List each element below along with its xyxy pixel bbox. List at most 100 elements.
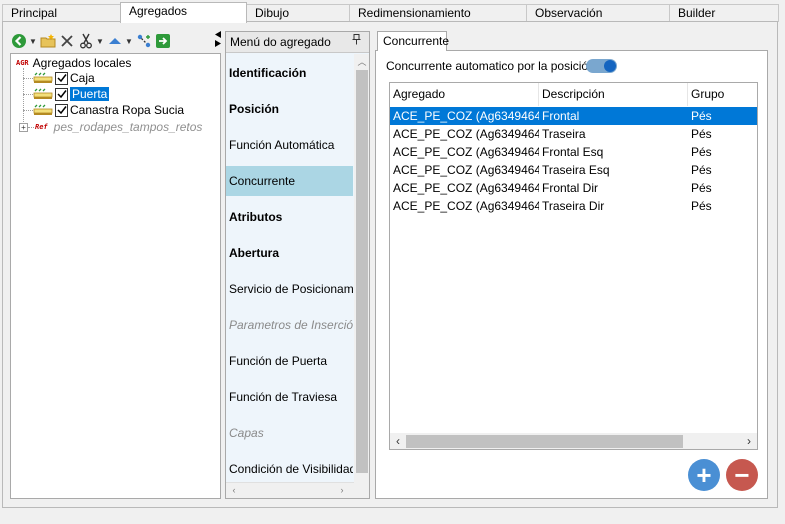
tab-dibujo[interactable]: Dibujo bbox=[246, 4, 350, 22]
menu-item-abertura[interactable]: Abertura bbox=[226, 238, 353, 268]
menu-item-posicion[interactable]: Posición bbox=[226, 94, 353, 124]
tree-connector bbox=[28, 127, 34, 128]
scroll-up-arrow-icon[interactable]: ︿ bbox=[354, 55, 369, 68]
reference-tag: Ref bbox=[35, 123, 48, 131]
checkbox-puerta[interactable] bbox=[55, 87, 68, 101]
tree-connector bbox=[23, 78, 33, 79]
grid-horizontal-scrollbar[interactable]: ‹ › bbox=[390, 433, 757, 449]
link-icon[interactable] bbox=[135, 32, 153, 50]
tree-item-label: Caja bbox=[70, 71, 95, 85]
tab-agregados[interactable]: Agregados bbox=[120, 2, 247, 23]
grid-scroll-thumb[interactable] bbox=[406, 435, 683, 448]
table-row[interactable]: ACE_PE_COZ (Ag6349464... Traseira Dir Pé… bbox=[390, 197, 757, 215]
cell-descripcion: Frontal Dir bbox=[542, 181, 599, 195]
table-row[interactable]: ACE_PE_COZ (Ag6349464... Frontal Esq Pés bbox=[390, 143, 757, 161]
menu-header: Menú do agregado bbox=[226, 32, 369, 53]
table-row[interactable]: ACE_PE_COZ (Ag6349464... Traseira Pés bbox=[390, 125, 757, 143]
delete-icon[interactable] bbox=[58, 32, 76, 50]
auto-concurrent-label: Concurrente automatico por la posición bbox=[386, 59, 595, 73]
tree-connector bbox=[23, 68, 24, 124]
aggregate-item-icon bbox=[33, 72, 53, 84]
back-dropdown-caret[interactable]: ▼ bbox=[29, 37, 37, 46]
tree-item-caja[interactable]: Caja bbox=[33, 70, 95, 86]
auto-concurrent-toggle[interactable] bbox=[586, 59, 617, 73]
menu-vertical-scrollbar[interactable]: ︿ ﹀ bbox=[354, 54, 369, 498]
aggregates-tree[interactable]: AGR Agregados locales Caja Puerta Canast… bbox=[10, 53, 221, 499]
scroll-down-arrow-icon[interactable]: ﹀ bbox=[354, 497, 369, 498]
cell-grupo: Pés bbox=[691, 163, 712, 177]
cell-agregado: ACE_PE_COZ (Ag6349464... bbox=[393, 127, 539, 141]
checkbox-caja[interactable] bbox=[55, 71, 68, 85]
tree-item-canastra[interactable]: Canastra Ropa Sucia bbox=[33, 102, 184, 118]
menu-item-parametros-insercion: Parametros de Inserción bbox=[229, 318, 353, 332]
move-dropdown-caret[interactable]: ▼ bbox=[125, 37, 133, 46]
cell-agregado: ACE_PE_COZ (Ag6349464... bbox=[393, 199, 539, 213]
column-header-grupo[interactable]: Grupo bbox=[688, 83, 757, 106]
pin-icon[interactable] bbox=[352, 32, 361, 53]
menu-header-title: Menú do agregado bbox=[230, 35, 331, 49]
tab-builder[interactable]: Builder bbox=[669, 4, 779, 22]
menu-item-servicio-posicionamiento[interactable]: Servicio de Posicionamiento bbox=[226, 274, 353, 304]
cell-descripcion: Frontal Esq bbox=[542, 145, 604, 159]
remove-button[interactable]: − bbox=[726, 459, 758, 491]
tree-item-label: Canastra Ropa Sucia bbox=[70, 103, 185, 117]
aggregate-item-icon bbox=[33, 88, 53, 100]
cut-icon[interactable] bbox=[77, 32, 95, 50]
menu-item-capas: Capas bbox=[229, 426, 264, 440]
concurrent-grid[interactable]: Agregado Descripción Grupo ACE_PE_COZ (A… bbox=[389, 82, 758, 450]
cell-grupo: Pés bbox=[691, 181, 712, 195]
table-row[interactable]: ACE_PE_COZ (Ag6349464... Frontal Pés bbox=[390, 107, 757, 125]
checkbox-canastra[interactable] bbox=[55, 103, 68, 117]
menu-item-concurrente[interactable]: Concurrente bbox=[226, 166, 353, 196]
export-icon[interactable] bbox=[154, 32, 172, 50]
tree-connector bbox=[23, 110, 33, 111]
column-header-descripcion[interactable]: Descripción bbox=[539, 83, 688, 106]
new-folder-icon[interactable] bbox=[39, 32, 57, 50]
tab-redimensionamiento[interactable]: Redimensionamiento bbox=[349, 4, 527, 22]
table-row[interactable]: ACE_PE_COZ (Ag6349464... Traseira Esq Pé… bbox=[390, 161, 757, 179]
tree-item-reference[interactable]: Ref pes_rodapes_tampos_retos bbox=[35, 119, 202, 135]
cell-grupo: Pés bbox=[691, 145, 712, 159]
splitter-collapse-control[interactable] bbox=[213, 30, 223, 51]
menu-item-funcion-automatica[interactable]: Función Automática bbox=[226, 130, 353, 160]
menu-horizontal-scrollbar[interactable]: ‹ › bbox=[226, 482, 354, 498]
cell-grupo: Pés bbox=[691, 199, 712, 213]
menu-item-identificacion[interactable]: Identificación bbox=[226, 58, 353, 88]
tab-principal[interactable]: Principal bbox=[2, 4, 121, 22]
cell-descripcion: Traseira Dir bbox=[542, 199, 605, 213]
cell-agregado: ACE_PE_COZ (Ag6349464... bbox=[393, 163, 539, 177]
menu-item-condicion-visibilidad[interactable]: Condición de Visibilidad bbox=[226, 454, 353, 484]
cut-dropdown-caret[interactable]: ▼ bbox=[96, 37, 104, 46]
cell-agregado: ACE_PE_COZ (Ag6349464... bbox=[393, 145, 539, 159]
back-arrow-icon[interactable] bbox=[10, 32, 28, 50]
cell-descripcion: Frontal bbox=[542, 109, 580, 123]
minus-icon: − bbox=[734, 460, 750, 490]
scroll-left-arrow-icon[interactable]: ‹ bbox=[390, 434, 406, 448]
aggregate-tag: AGR bbox=[16, 59, 29, 67]
column-header-agregado[interactable]: Agregado bbox=[390, 83, 539, 106]
scroll-left-arrow-icon[interactable]: ‹ bbox=[226, 485, 242, 495]
tab-observacion[interactable]: Observación bbox=[526, 4, 670, 22]
scroll-right-arrow-icon[interactable]: › bbox=[741, 434, 757, 448]
table-row[interactable]: ACE_PE_COZ (Ag6349464... Frontal Dir Pés bbox=[390, 179, 757, 197]
tree-item-puerta[interactable]: Puerta bbox=[33, 86, 110, 102]
menu-scroll-thumb[interactable] bbox=[356, 70, 368, 473]
menu-item-atributos[interactable]: Atributos bbox=[226, 202, 353, 232]
add-button[interactable]: + bbox=[688, 459, 720, 491]
aggregate-item-icon bbox=[33, 104, 53, 116]
tree-root-row[interactable]: AGR Agregados locales bbox=[16, 55, 131, 71]
toggle-knob bbox=[604, 60, 616, 72]
plus-icon: + bbox=[696, 460, 712, 490]
tree-item-label: pes_rodapes_tampos_retos bbox=[53, 120, 203, 134]
tree-root-label: Agregados locales bbox=[32, 56, 132, 70]
tab-concurrente[interactable]: Concurrente bbox=[377, 31, 449, 51]
tree-toolbar: ▼ ▼ ▼ bbox=[10, 32, 173, 50]
scroll-right-arrow-icon[interactable]: › bbox=[334, 485, 350, 495]
cell-descripcion: Traseira bbox=[542, 127, 586, 141]
move-up-icon[interactable] bbox=[106, 32, 124, 50]
menu-item-funcion-traviesa[interactable]: Función de Traviesa bbox=[226, 382, 353, 412]
tree-item-label: Puerta bbox=[70, 87, 110, 101]
cell-agregado: ACE_PE_COZ (Ag6349464... bbox=[393, 109, 539, 123]
tree-expand-button[interactable]: + bbox=[19, 123, 28, 132]
menu-item-funcion-puerta[interactable]: Función de Puerta bbox=[226, 346, 353, 376]
